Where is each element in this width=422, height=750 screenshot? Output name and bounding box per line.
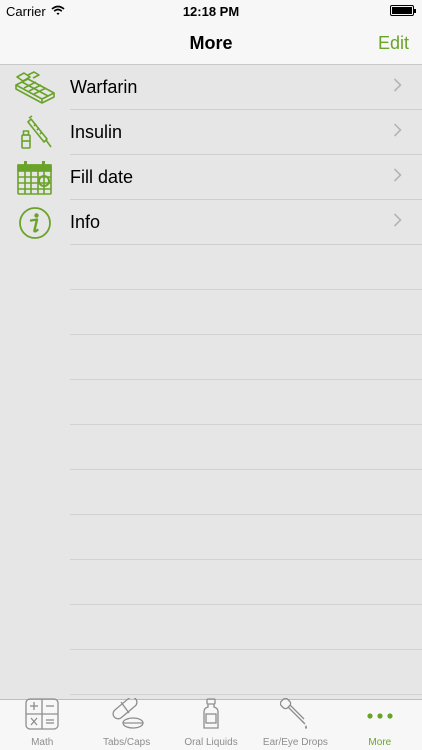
empty-row-separator	[70, 604, 422, 605]
tab-tabs-caps[interactable]: Tabs/Caps	[84, 696, 168, 750]
pill-organizer-icon	[0, 65, 70, 110]
list-item-main: Warfarin	[70, 65, 422, 110]
empty-row-separator	[70, 334, 422, 335]
info-icon	[0, 200, 70, 245]
list-item-insulin[interactable]: Insulin	[0, 110, 422, 155]
nav-bar: More Edit	[0, 22, 422, 65]
list-item-main: Info	[70, 200, 422, 245]
tab-label: More	[368, 737, 392, 748]
list-item-fill-date[interactable]: Fill date	[0, 155, 422, 200]
chevron-right-icon	[393, 167, 402, 187]
list-item-label: Info	[70, 211, 101, 232]
empty-row-separator	[70, 514, 422, 515]
list-item-warfarin[interactable]: Warfarin	[0, 65, 422, 110]
tab-ear-eye-drops[interactable]: Ear/Eye Drops	[253, 697, 337, 750]
more-list: Warfarin Insulin Fill date Info	[0, 65, 422, 698]
tab-more[interactable]: More	[338, 700, 422, 750]
list-item-main: Insulin	[70, 110, 422, 155]
list-item-info[interactable]: Info	[0, 200, 422, 245]
empty-row-separator	[70, 559, 422, 560]
list-item-label: Warfarin	[70, 76, 138, 97]
bottle-icon	[202, 698, 220, 735]
status-time: 12:18 PM	[182, 4, 240, 19]
tab-label: Oral Liquids	[184, 737, 238, 748]
empty-row-separator	[70, 379, 422, 380]
status-bar: Carrier 12:18 PM	[0, 0, 422, 22]
calendar-icon	[0, 155, 70, 200]
empty-row-separator	[70, 424, 422, 425]
pills-icon	[109, 696, 145, 735]
tab-math[interactable]: Math	[0, 698, 84, 750]
empty-row-separator	[70, 649, 422, 650]
tab-label: Math	[31, 737, 54, 748]
list-item-label: Insulin	[70, 121, 123, 142]
more-dots-icon	[366, 711, 394, 735]
calculator-icon	[25, 698, 59, 735]
chevron-right-icon	[393, 212, 402, 232]
list-item-main: Fill date	[70, 155, 422, 200]
battery-icon	[390, 5, 416, 16]
edit-button[interactable]: Edit	[378, 33, 409, 54]
empty-row-separator	[70, 469, 422, 470]
tab-label: Tabs/Caps	[102, 737, 151, 748]
tab-oral-liquids[interactable]: Oral Liquids	[169, 698, 253, 750]
syringe-vial-icon	[0, 110, 70, 155]
chevron-right-icon	[393, 122, 402, 142]
tab-bar: Math Tabs/Caps Oral Liquids Ear/Eye Drop…	[0, 696, 422, 750]
dropper-icon	[280, 697, 310, 735]
page-title: More	[189, 33, 233, 53]
chevron-right-icon	[393, 77, 402, 97]
empty-row-separator	[70, 289, 422, 290]
list-item-label: Fill date	[70, 166, 134, 187]
tab-label: Ear/Eye Drops	[262, 737, 328, 748]
empty-row-separator	[70, 694, 422, 695]
